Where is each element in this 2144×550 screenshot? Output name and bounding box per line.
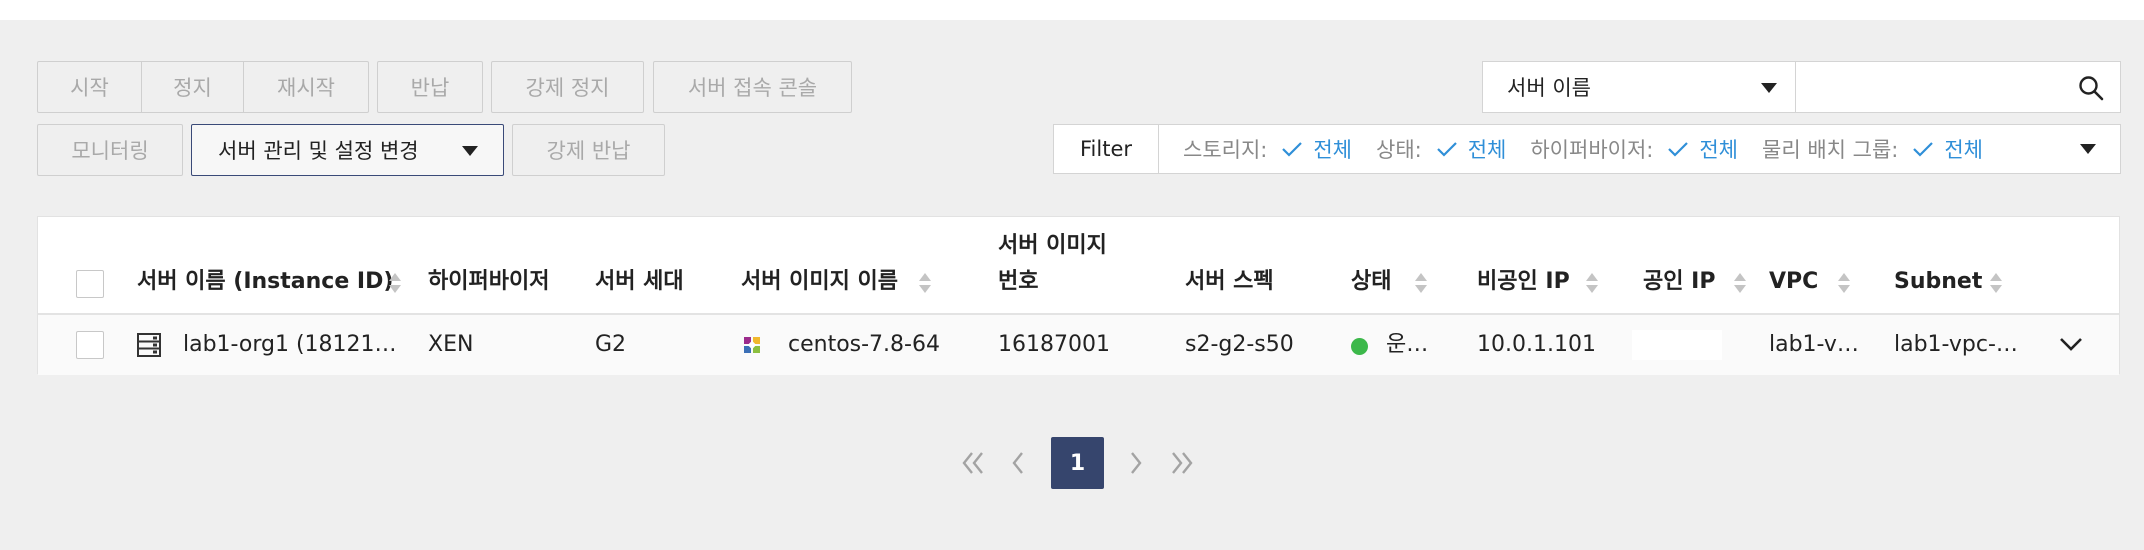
server-manage-label: 서버 관리 및 설정 변경 — [218, 139, 419, 163]
monitoring-button[interactable]: 모니터링 — [37, 124, 183, 176]
header-image-name[interactable]: 서버 이미지 이름 — [741, 265, 898, 299]
sort-icon[interactable] — [1989, 271, 2003, 295]
filter-bar[interactable]: Filter 스토리지: 전체 상태: 전체 하이퍼바이저: 전체 물리 배치 … — [1053, 124, 2121, 174]
server-console-button[interactable]: 서버 접속 콘솔 — [653, 61, 852, 113]
cell-vpc: lab1-v… — [1769, 332, 1859, 357]
header-server-name[interactable]: 서버 이름 (Instance ID) — [137, 265, 393, 299]
return-label: 반납 — [410, 76, 450, 100]
force-stop-label: 강제 정지 — [525, 76, 610, 100]
filter-expand-icon[interactable] — [2080, 144, 2096, 154]
force-stop-button[interactable]: 강제 정지 — [491, 61, 644, 113]
status-dot — [1351, 338, 1368, 355]
check-icon — [1282, 142, 1303, 157]
header-subnet[interactable]: Subnet — [1894, 265, 1982, 299]
force-return-label: 강제 반납 — [546, 139, 631, 163]
cell-image-name: centos-7.8-64 — [788, 332, 940, 357]
header-image-number-line2: 번호 — [998, 269, 1039, 294]
filter-storage-value[interactable]: 전체 — [1313, 134, 1352, 164]
search-box — [1795, 61, 2121, 113]
check-icon — [1668, 142, 1689, 157]
return-button[interactable]: 반납 — [377, 61, 483, 113]
start-button[interactable]: 시작 — [37, 61, 142, 113]
page-1-button[interactable]: 1 — [1051, 437, 1104, 489]
search-field-label: 서버 이름 — [1507, 76, 1591, 100]
filter-status-label: 상태: — [1376, 138, 1422, 162]
cell-subnet: lab1-vpc-… — [1894, 332, 2018, 357]
header-hypervisor: 하이퍼바이저 — [428, 269, 550, 294]
chevron-down-icon[interactable] — [2058, 335, 2084, 353]
sort-icon[interactable] — [1585, 271, 1599, 295]
sort-icon[interactable] — [918, 271, 932, 295]
header-spec: 서버 스펙 — [1185, 269, 1274, 294]
cell-spec: s2-g2-s50 — [1185, 332, 1294, 357]
sort-icon[interactable] — [388, 271, 402, 295]
caret-down-icon — [462, 146, 478, 156]
search-icon[interactable] — [2078, 75, 2104, 101]
server-console-label: 서버 접속 콘솔 — [687, 76, 818, 100]
cell-public-ip — [1632, 330, 1722, 360]
server-icon — [137, 333, 161, 357]
start-label: 시작 — [70, 76, 109, 100]
select-all-checkbox[interactable] — [76, 270, 104, 298]
caret-down-icon — [1761, 83, 1777, 93]
restart-label: 재시작 — [277, 76, 335, 100]
previous-page-icon[interactable] — [1010, 450, 1026, 476]
filter-placement-group-value[interactable]: 전체 — [1944, 134, 1983, 164]
sort-icon[interactable] — [1837, 271, 1851, 295]
filter-placement-group-label: 물리 배치 그룹: — [1762, 138, 1899, 162]
check-icon — [1436, 142, 1457, 157]
stop-button[interactable]: 정지 — [142, 61, 244, 113]
cell-generation: G2 — [595, 332, 627, 357]
stop-label: 정지 — [173, 76, 212, 100]
next-page-icon[interactable] — [1128, 450, 1144, 476]
filter-status-value[interactable]: 전체 — [1468, 134, 1507, 164]
server-manage-dropdown[interactable]: 서버 관리 및 설정 변경 — [191, 124, 504, 176]
header-vpc[interactable]: VPC — [1769, 265, 1818, 299]
filter-storage-label: 스토리지: — [1183, 138, 1268, 162]
cell-server-name[interactable]: lab1-org1 (18121… — [183, 330, 397, 360]
cell-hypervisor: XEN — [428, 332, 474, 357]
filter-hypervisor-label: 하이퍼바이저: — [1530, 138, 1654, 162]
row-checkbox[interactable] — [76, 331, 104, 359]
sort-icon[interactable] — [1414, 271, 1428, 295]
force-return-button[interactable]: 강제 반납 — [512, 124, 665, 176]
header-generation: 서버 세대 — [595, 269, 684, 294]
filter-label: Filter — [1054, 125, 1159, 173]
restart-button[interactable]: 재시작 — [244, 61, 369, 113]
header-image-number-line1: 서버 이미지 — [998, 233, 1107, 258]
server-table: 서버 이름 (Instance ID) 하이퍼바이저 서버 세대 서버 이미지 … — [37, 216, 2120, 375]
centos-logo-icon — [744, 337, 760, 353]
header-status[interactable]: 상태 — [1351, 265, 1391, 299]
monitoring-label: 모니터링 — [71, 139, 149, 163]
cell-image-number: 16187001 — [998, 332, 1110, 357]
search-input[interactable] — [1796, 62, 2056, 112]
first-page-icon[interactable] — [961, 450, 985, 476]
check-icon — [1913, 142, 1934, 157]
cell-status: 운… — [1386, 332, 1429, 357]
cell-private-ip: 10.0.1.101 — [1477, 332, 1596, 357]
header-public-ip[interactable]: 공인 IP — [1643, 265, 1715, 299]
search-field-select[interactable]: 서버 이름 — [1482, 61, 1796, 113]
top-band — [0, 0, 2144, 20]
sort-icon[interactable] — [1733, 271, 1747, 295]
last-page-icon[interactable] — [1170, 450, 1194, 476]
filter-hypervisor-value[interactable]: 전체 — [1699, 134, 1738, 164]
header-private-ip[interactable]: 비공인 IP — [1477, 265, 1570, 299]
